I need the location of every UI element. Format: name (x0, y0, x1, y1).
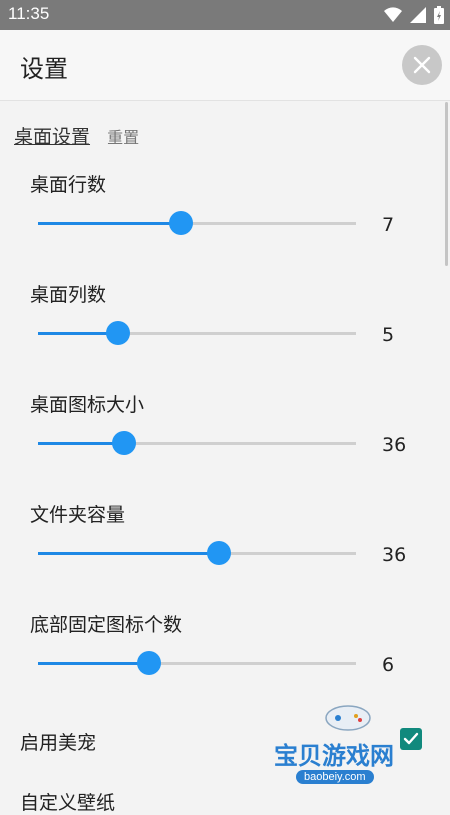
watermark-url: baobeiy.com (296, 770, 374, 784)
app-bar: 设置 (0, 30, 450, 101)
setting-label-folder-capacity: 文件夹容量 (30, 504, 126, 526)
wifi-icon (384, 7, 402, 23)
setting-label-rows: 桌面行数 (30, 174, 107, 196)
watermark-text: 宝贝游戏网 (274, 742, 394, 770)
page-title: 设置 (20, 55, 68, 83)
pet-toggle-label: 启用美宠 (20, 732, 97, 754)
slider-thumb[interactable] (207, 541, 232, 565)
setting-value-dock-icons: 6 (382, 654, 395, 676)
folder-capacity-slider[interactable] (38, 541, 356, 565)
close-button[interactable] (402, 45, 442, 85)
slider-fill (38, 552, 220, 555)
slider-thumb[interactable] (137, 651, 162, 675)
section-title: 桌面设置 (14, 126, 91, 148)
signal-icon (410, 7, 426, 23)
scrollbar[interactable] (445, 102, 448, 266)
reset-button[interactable]: 重置 (107, 128, 139, 147)
gamepad-icon (325, 705, 371, 731)
setting-value-columns: 5 (382, 324, 395, 346)
setting-value-icon-size: 36 (382, 434, 407, 456)
setting-label-columns: 桌面列数 (30, 284, 107, 306)
setting-label-dock-icons: 底部固定图标个数 (30, 614, 183, 636)
slider-thumb[interactable] (105, 321, 130, 345)
slider-fill (38, 222, 182, 225)
dock-icons-slider[interactable] (38, 651, 356, 675)
status-icons (384, 6, 444, 24)
watermark: 宝贝游戏网 baobeiy.com (270, 700, 430, 795)
setting-value-rows: 7 (382, 214, 395, 236)
slider-fill (38, 442, 124, 445)
custom-wallpaper-item[interactable]: 自定义壁纸 (20, 788, 115, 815)
icon-size-slider[interactable] (38, 431, 356, 455)
status-bar: 11:35 (0, 0, 450, 30)
close-icon (413, 56, 431, 74)
section-header: 桌面设置 重置 (14, 122, 139, 149)
status-time: 11:35 (8, 4, 50, 23)
slider-thumb[interactable] (169, 211, 194, 235)
slider-fill (38, 662, 150, 665)
battery-icon (434, 6, 444, 24)
rows-slider[interactable] (38, 211, 356, 235)
columns-slider[interactable] (38, 321, 356, 345)
slider-thumb[interactable] (111, 431, 136, 455)
setting-value-folder-capacity: 36 (382, 544, 407, 566)
setting-label-icon-size: 桌面图标大小 (30, 394, 145, 416)
